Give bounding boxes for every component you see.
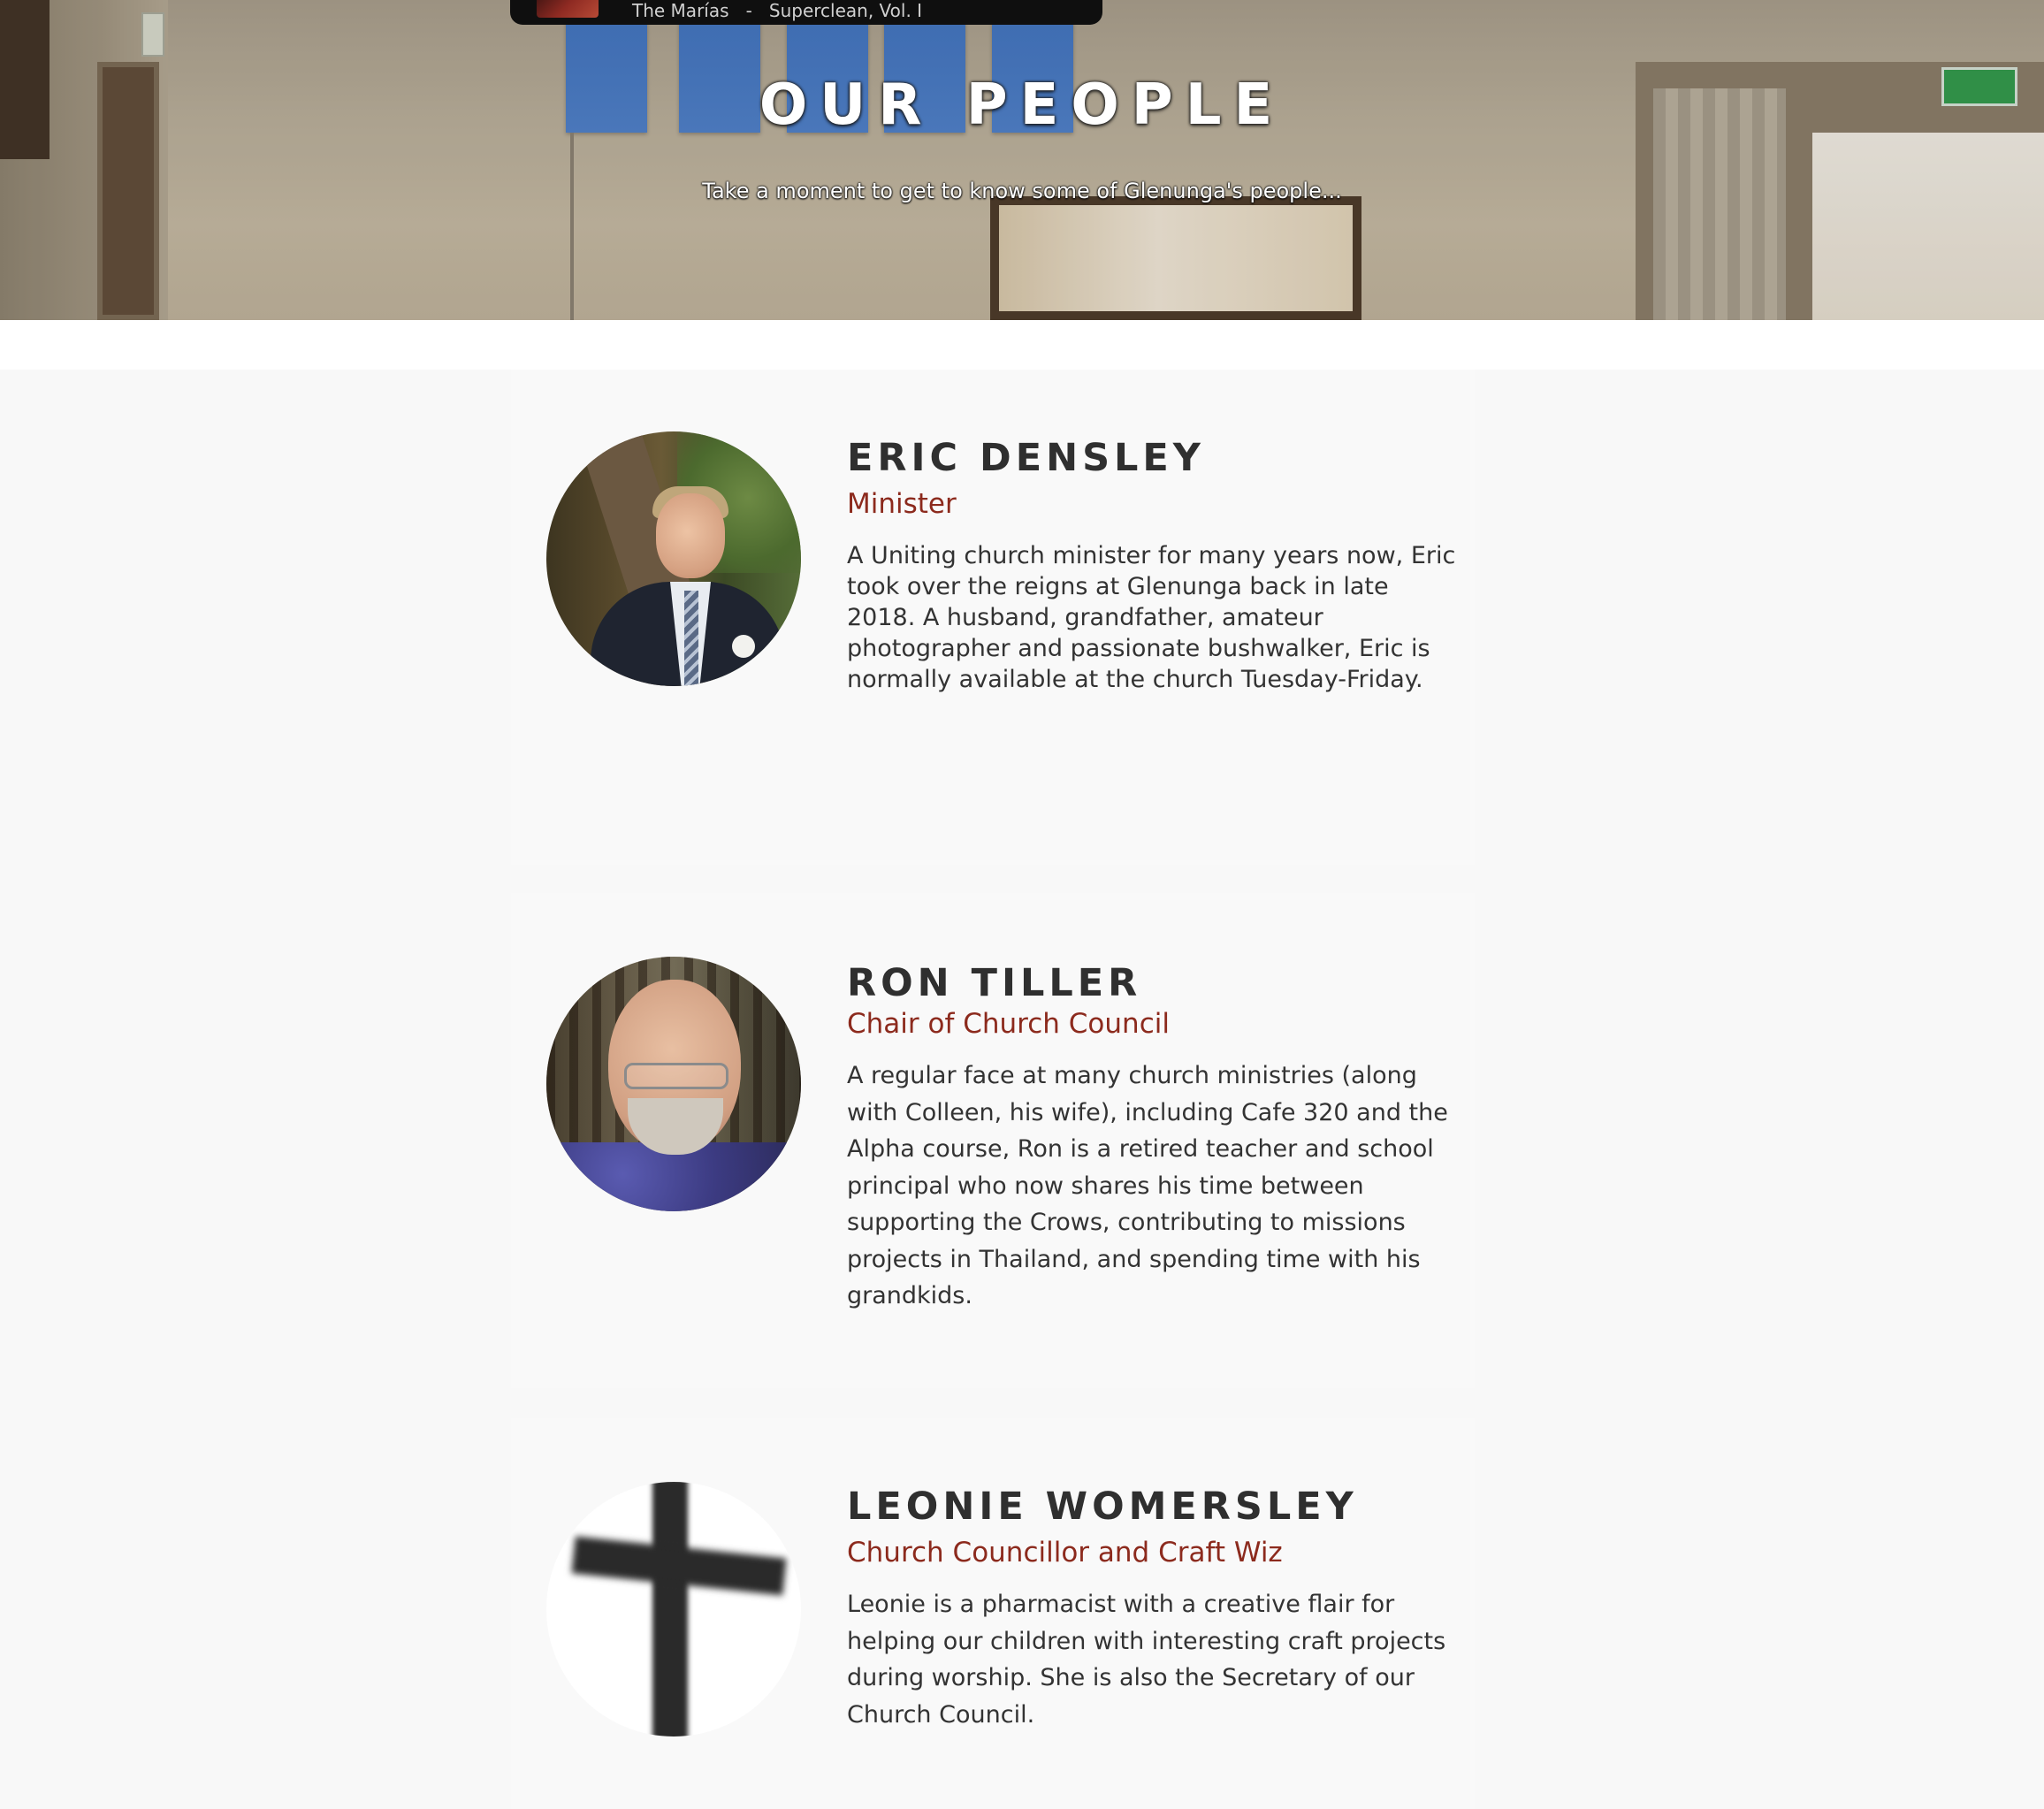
person-name: RON TILLER — [847, 961, 1142, 1005]
person-details: ERIC DENSLEY Minister A Uniting church m… — [847, 435, 1457, 695]
person-details: LEONIE WOMERSLEY Church Councillor and C… — [847, 1484, 1457, 1733]
page-title: OUR PEOPLE — [759, 73, 1285, 138]
person-bio: Leonie is a pharmacist with a creative f… — [847, 1591, 1446, 1729]
person-role: Church Councillor and Craft Wiz — [847, 1537, 1283, 1569]
page-subtitle: Take a moment to get to know some of Gle… — [702, 179, 1342, 203]
person-card-eric-densley: ERIC DENSLEY Minister A Uniting church m… — [511, 370, 1475, 865]
avatar-cross-placeholder — [546, 1482, 801, 1736]
person-card-leonie-womersley: LEONIE WOMERSLEY Church Councillor and C… — [511, 1418, 1475, 1809]
person-bio: A regular face at many church ministries… — [847, 1062, 1448, 1309]
person-details: RON TILLER Chair of Church Council A reg… — [847, 960, 1457, 1315]
person-name: LEONIE WOMERSLEY — [847, 1485, 1358, 1529]
person-name: ERIC DENSLEY — [847, 436, 1205, 480]
person-role: Chair of Church Council — [847, 1008, 1170, 1040]
avatar-eric-densley — [546, 431, 801, 686]
person-bio: A Uniting church minister for many years… — [847, 542, 1456, 693]
album-art[interactable] — [537, 0, 599, 18]
now-playing-track: The Marías - Superclean, Vol. I — [632, 0, 923, 21]
person-card-ron-tiller: RON TILLER Chair of Church Council A reg… — [511, 893, 1475, 1388]
media-player-bar[interactable]: The Marías - Superclean, Vol. I — [510, 0, 1102, 25]
hero-banner: OUR PEOPLE Take a moment to get to know … — [0, 0, 2044, 320]
avatar-ron-tiller — [546, 957, 801, 1211]
people-section: ERIC DENSLEY Minister A Uniting church m… — [0, 370, 2044, 1809]
person-role: Minister — [847, 488, 957, 520]
